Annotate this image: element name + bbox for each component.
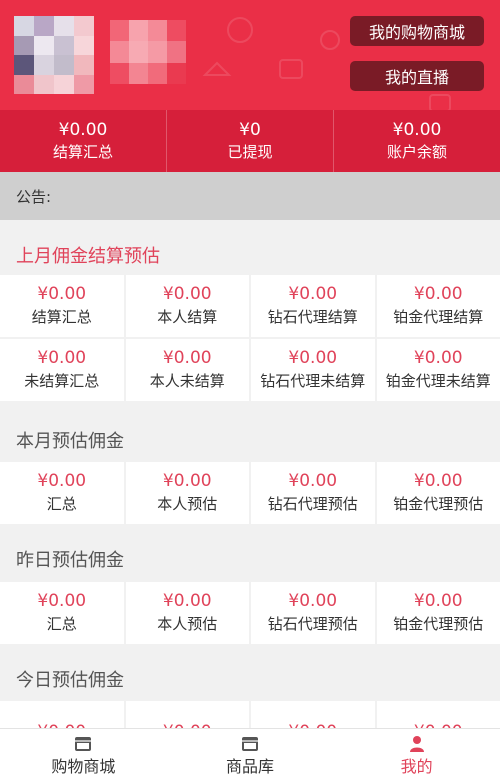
tab-label: 我的 xyxy=(400,757,433,776)
metric-value: ¥0.00 xyxy=(37,591,87,611)
stat-label: 已提现 xyxy=(227,143,273,161)
metric-cell[interactable]: ¥0.00 钻石代理预估 xyxy=(251,582,375,644)
metric-cell[interactable]: ¥0.00 钻石代理结算 xyxy=(251,275,375,337)
metric-label: 铂金代理结算 xyxy=(393,308,484,326)
metric-label: 结算汇总 xyxy=(31,308,92,326)
tab-label: 购物商城 xyxy=(51,757,116,776)
section-title-last-month: 上月佣金结算预估 xyxy=(0,230,500,280)
stat-label: 账户余额 xyxy=(386,143,447,161)
metric-value: ¥0.00 xyxy=(162,284,212,304)
metric-value: ¥0.00 xyxy=(37,471,87,491)
metric-label: 铂金代理未结算 xyxy=(385,372,491,390)
metric-value: ¥0.00 xyxy=(37,284,87,304)
tab-label: 商品库 xyxy=(226,757,275,776)
tab-mine[interactable]: 我的 xyxy=(333,729,500,782)
metric-cell[interactable]: ¥0.00 铂金代理未结算 xyxy=(376,339,500,401)
store-icon xyxy=(75,737,92,751)
metric-label: 钻石代理预估 xyxy=(267,615,358,633)
metric-value: ¥0.00 xyxy=(288,348,338,368)
metric-value: ¥0.00 xyxy=(288,591,338,611)
metric-value: ¥0.00 xyxy=(413,471,463,491)
metric-label: 铂金代理预估 xyxy=(393,615,484,633)
section-title-yesterday: 昨日预估佣金 xyxy=(0,534,500,584)
metric-cell[interactable]: ¥0.00 铂金代理预估 xyxy=(376,582,500,644)
metric-value: ¥0.00 xyxy=(162,348,212,368)
metric-label: 汇总 xyxy=(46,615,77,633)
metric-cell[interactable]: ¥0.00 结算汇总 xyxy=(0,275,124,337)
stats-bar: ¥0.00 结算汇总 ¥0 已提现 ¥0.00 账户余额 xyxy=(0,110,500,172)
metric-label: 本人预估 xyxy=(157,615,218,633)
user-icon xyxy=(409,736,424,752)
metric-label: 本人结算 xyxy=(157,308,218,326)
metric-cell[interactable]: ¥0.00 铂金代理预估 xyxy=(376,462,500,524)
notice-bar[interactable]: 公告: xyxy=(0,172,500,220)
metric-value: ¥0.00 xyxy=(288,471,338,491)
metric-cell[interactable]: ¥0.00 钻石代理预估 xyxy=(251,462,375,524)
avatar[interactable] xyxy=(14,16,94,94)
grid-last-month: ¥0.00 结算汇总 ¥0.00 本人结算 ¥0.00 钻石代理结算 ¥0.00 铂金代… xyxy=(0,275,500,401)
metric-value: ¥0.00 xyxy=(413,284,463,304)
metric-cell[interactable]: ¥0.00 汇总 xyxy=(0,582,124,644)
metric-cell[interactable]: ¥0.00 本人未结算 xyxy=(125,339,249,401)
metric-cell[interactable]: ¥0.00 汇总 xyxy=(0,462,124,524)
metric-value: ¥0.00 xyxy=(288,284,338,304)
metric-label: 钻石代理预估 xyxy=(267,495,358,513)
metric-value: ¥0.00 xyxy=(413,348,463,368)
stat-value: ¥0.00 xyxy=(58,120,108,140)
my-live-button[interactable]: 我的直播 xyxy=(350,61,484,91)
metric-label: 钻石代理结算 xyxy=(267,308,358,326)
metric-cell[interactable]: ¥0.00 未结算汇总 xyxy=(0,339,124,401)
metric-cell[interactable]: ¥0.00 本人预估 xyxy=(125,462,249,524)
metric-label: 本人预估 xyxy=(157,495,218,513)
bottom-tab-bar: 购物商城 商品库 我的 xyxy=(0,728,500,782)
profile-header: 我的购物商城 我的直播 ¥0.00 结算汇总 ¥0 已提现 ¥0.00 账户余额 xyxy=(0,0,500,172)
notice-label: 公告: xyxy=(16,187,52,206)
metric-value: ¥0.00 xyxy=(162,591,212,611)
stat-balance[interactable]: ¥0.00 账户余额 xyxy=(334,110,500,172)
tab-shopping-mall[interactable]: 购物商城 xyxy=(0,729,167,782)
metric-label: 铂金代理预估 xyxy=(393,495,484,513)
grid-yesterday: ¥0.00 汇总 ¥0.00 本人预估 ¥0.00 钻石代理预估 ¥0.00 铂金代理预… xyxy=(0,582,500,644)
metric-cell[interactable]: ¥0.00 铂金代理结算 xyxy=(376,275,500,337)
metric-label: 汇总 xyxy=(46,495,77,513)
my-shop-button[interactable]: 我的购物商城 xyxy=(350,16,484,46)
section-title-today: 今日预估佣金 xyxy=(0,654,500,704)
store-icon xyxy=(242,737,258,751)
metric-value: ¥0.00 xyxy=(413,591,463,611)
metric-label: 钻石代理未结算 xyxy=(260,372,366,390)
username-blurred xyxy=(110,20,186,84)
section-title-this-month: 本月预估佣金 xyxy=(0,415,500,465)
metric-cell[interactable]: ¥0.00 本人结算 xyxy=(125,275,249,337)
stat-value: ¥0.00 xyxy=(392,120,442,140)
metric-label: 未结算汇总 xyxy=(24,372,100,390)
grid-this-month: ¥0.00 汇总 ¥0.00 本人预估 ¥0.00 钻石代理预估 ¥0.00 铂金代理预… xyxy=(0,462,500,524)
tab-product-library[interactable]: 商品库 xyxy=(167,729,334,782)
metric-label: 本人未结算 xyxy=(149,372,225,390)
metric-value: ¥0.00 xyxy=(162,471,212,491)
metric-cell[interactable]: ¥0.00 本人预估 xyxy=(125,582,249,644)
stat-withdrawn[interactable]: ¥0 已提现 xyxy=(167,110,334,172)
stat-value: ¥0 xyxy=(239,120,261,140)
stat-label: 结算汇总 xyxy=(52,143,113,161)
metric-cell[interactable]: ¥0.00 钻石代理未结算 xyxy=(251,339,375,401)
metric-value: ¥0.00 xyxy=(37,348,87,368)
stat-settlement-total[interactable]: ¥0.00 结算汇总 xyxy=(0,110,167,172)
